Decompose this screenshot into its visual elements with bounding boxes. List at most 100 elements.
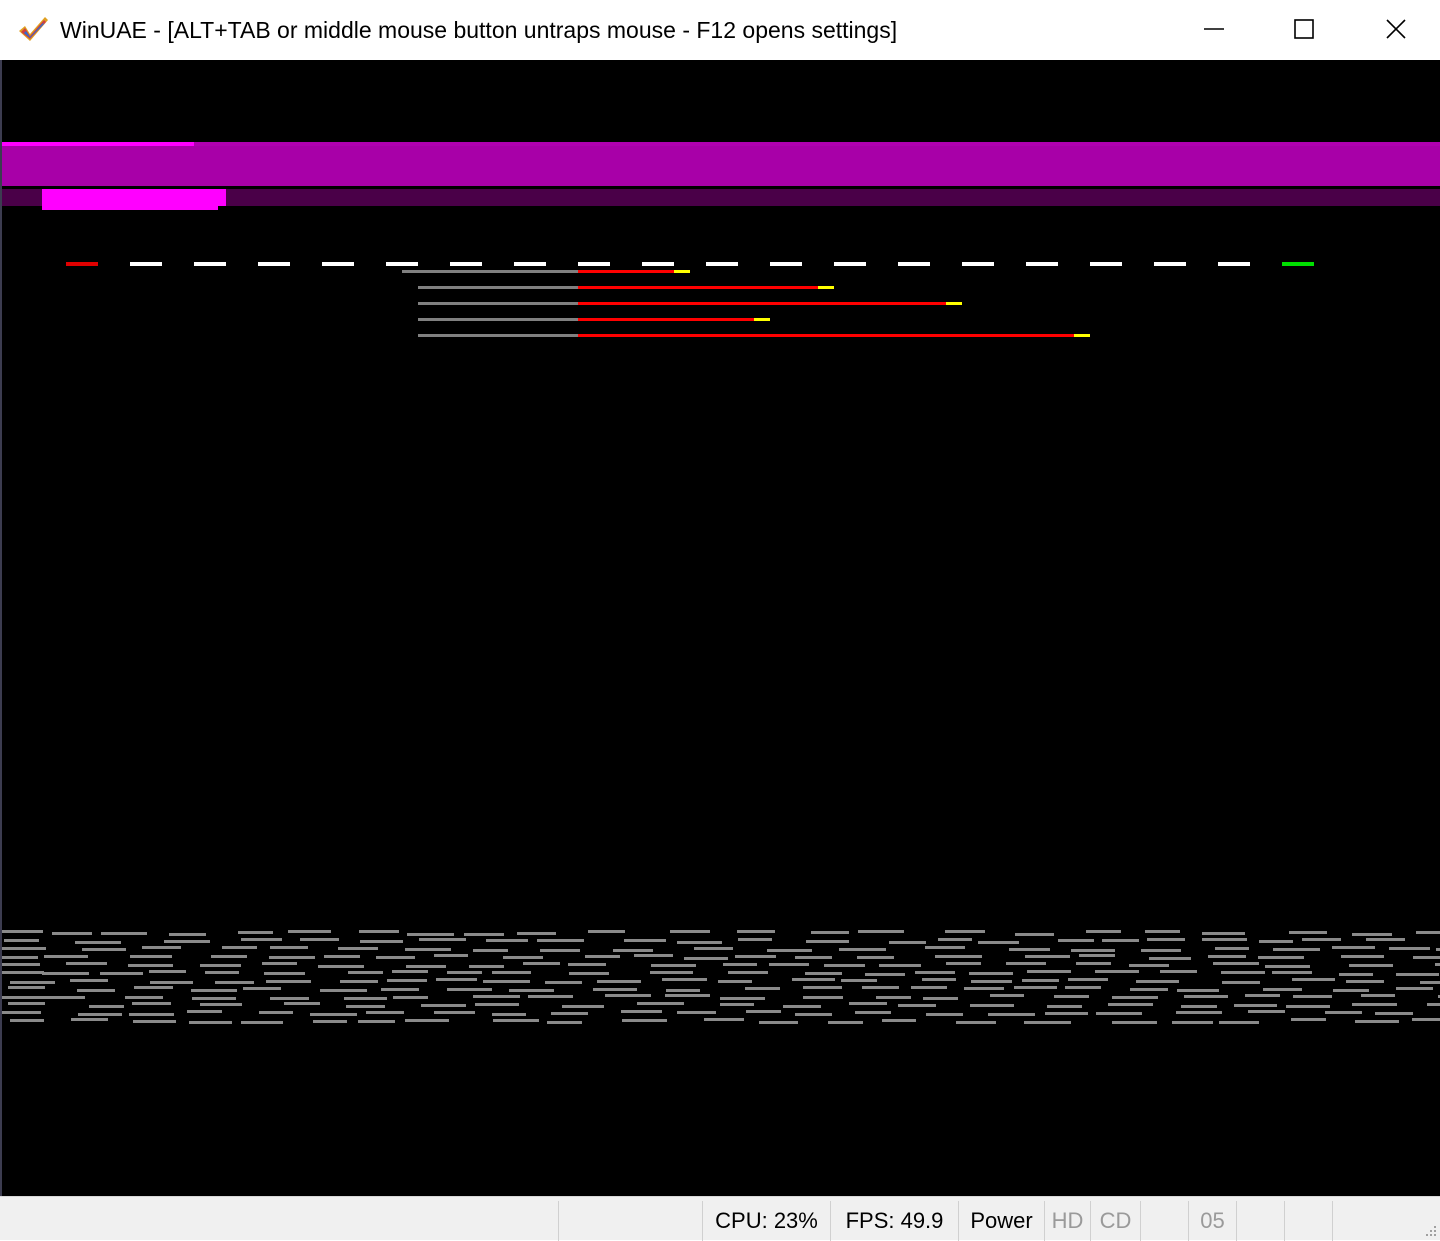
star-line <box>313 1020 347 1023</box>
star-line <box>187 1010 222 1013</box>
star-line <box>2 930 43 933</box>
star-line <box>338 947 378 950</box>
star-line <box>858 930 904 933</box>
star-line <box>651 964 696 967</box>
star-line <box>320 989 367 992</box>
star-line <box>434 954 468 957</box>
star-line <box>964 987 1004 990</box>
star-line <box>40 996 85 999</box>
drive-indicator[interactable]: 05 <box>1188 1201 1236 1241</box>
star-line <box>1412 1018 1440 1021</box>
star-line <box>806 940 849 943</box>
star-line <box>133 1020 176 1023</box>
star-line <box>75 941 121 944</box>
star-line <box>1096 1012 1142 1015</box>
star-line <box>407 933 454 936</box>
hd-led[interactable]: HD <box>1044 1201 1090 1241</box>
emulator-display[interactable] <box>2 60 1440 1196</box>
star-line <box>745 987 780 990</box>
star-line <box>523 962 560 965</box>
star-line <box>2 963 40 966</box>
star-line <box>419 938 466 941</box>
star-line <box>405 948 451 951</box>
star-line <box>169 933 206 936</box>
star-line <box>243 987 281 990</box>
star-line <box>1265 965 1310 968</box>
star-line <box>270 997 309 1000</box>
status-empty-cell <box>558 1201 702 1241</box>
star-line <box>666 989 700 992</box>
star-line <box>728 971 768 974</box>
star-line <box>803 996 843 999</box>
star-line <box>922 978 956 981</box>
star-line <box>492 971 531 974</box>
star-line <box>70 979 108 982</box>
star-line <box>66 962 107 965</box>
star-line <box>677 941 722 944</box>
star-line <box>493 1019 539 1022</box>
star-line <box>613 949 653 952</box>
dash-segment <box>642 262 674 266</box>
star-line <box>2 996 44 999</box>
star-line <box>1022 979 1059 982</box>
star-line <box>1396 973 1439 976</box>
floppy-led[interactable] <box>1236 1201 1284 1241</box>
star-line <box>2 1011 41 1014</box>
title-bar[interactable]: WinUAE - [ALT+TAB or middle mouse button… <box>0 0 1440 60</box>
star-line <box>447 988 492 991</box>
cd-led[interactable]: CD <box>1090 1201 1140 1241</box>
star-line <box>865 973 905 976</box>
resize-grip-icon[interactable] <box>1422 1222 1438 1238</box>
star-line <box>540 949 580 952</box>
bar-meters <box>402 270 1090 337</box>
dash-segment <box>1090 262 1122 266</box>
star-line <box>344 997 387 1000</box>
dash-segment <box>706 262 738 266</box>
star-line <box>150 981 193 984</box>
power-led[interactable]: Power <box>958 1201 1044 1241</box>
star-line <box>387 979 427 982</box>
star-line <box>585 955 620 958</box>
star-line <box>1272 971 1312 974</box>
dash-segment <box>258 262 290 266</box>
star-line <box>811 931 849 934</box>
star-line <box>71 1018 108 1021</box>
close-button[interactable] <box>1350 0 1440 58</box>
star-line <box>130 955 172 958</box>
floppy-led[interactable] <box>1284 1201 1332 1241</box>
star-line <box>324 955 360 958</box>
star-line <box>597 980 641 983</box>
star-line <box>1006 962 1046 965</box>
star-line <box>82 948 126 951</box>
star-line <box>1286 1005 1330 1008</box>
star-line <box>971 980 1012 983</box>
star-line <box>677 1011 716 1014</box>
star-line <box>622 1019 667 1022</box>
emulated-screen <box>2 142 1440 1024</box>
star-line <box>1068 978 1108 981</box>
star-line <box>537 939 584 942</box>
star-line <box>310 1013 357 1016</box>
star-line <box>889 941 926 944</box>
star-line <box>862 986 899 989</box>
floppy-led[interactable] <box>1332 1201 1380 1241</box>
star-line <box>340 980 378 983</box>
star-line <box>1427 1003 1440 1006</box>
star-line <box>134 986 173 989</box>
star-line <box>528 995 573 998</box>
star-line <box>1222 981 1260 984</box>
star-line <box>1172 1021 1213 1024</box>
star-line <box>164 940 210 943</box>
star-line <box>670 930 710 933</box>
star-line <box>381 988 419 991</box>
maximize-button[interactable] <box>1258 0 1350 58</box>
star-line <box>849 1002 887 1005</box>
minimize-button[interactable] <box>1168 0 1260 58</box>
star-line <box>1058 939 1094 942</box>
star-line <box>406 965 446 968</box>
star-line <box>348 971 383 974</box>
star-line <box>970 1004 1014 1007</box>
star-line <box>503 956 543 959</box>
star-line <box>1014 986 1057 989</box>
cpu-indicator: CPU: 23% <box>702 1201 830 1241</box>
